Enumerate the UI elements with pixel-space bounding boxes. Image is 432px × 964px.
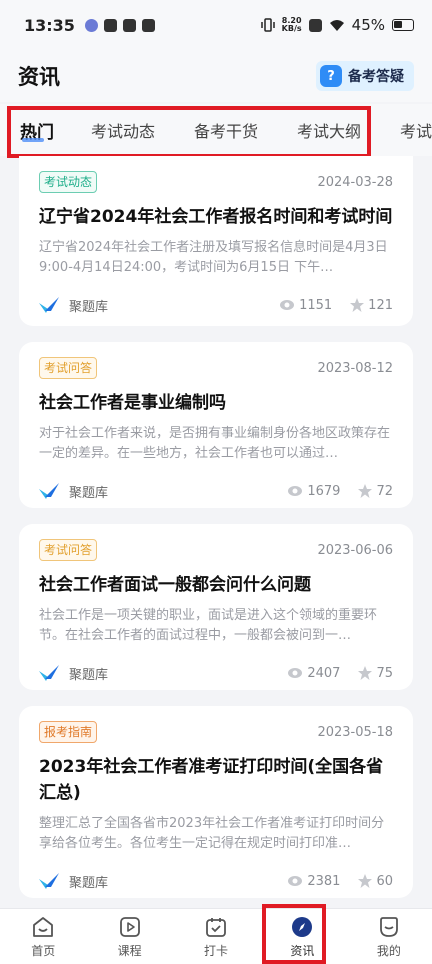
battery-icon — [392, 19, 414, 31]
star-count: 121 — [368, 297, 393, 313]
link-notification-icon — [122, 18, 136, 32]
nav-mine[interactable]: 我的 — [346, 909, 432, 964]
tab-exam-partial[interactable]: 考试 — [400, 104, 432, 156]
nav-course[interactable]: 课程 — [86, 909, 172, 964]
category-tag: 考试问答 — [39, 357, 98, 379]
tab-hot[interactable]: 热门 — [20, 104, 54, 156]
question-bubble-icon: ? — [320, 65, 342, 87]
article-summary: 社会工作是一项关键的职业，面试是进入这个领域的重要环节。在社会工作者的面试过程中… — [39, 608, 378, 643]
page-header: 资讯 ? 备考答疑 — [0, 50, 432, 102]
eye-icon — [288, 668, 303, 678]
tab-exam-news[interactable]: 考试动态 — [91, 104, 155, 156]
article-title: 社会工作者面试一般都会问什么问题 — [39, 575, 311, 595]
source-logo-icon — [39, 483, 59, 499]
article-title: 社会工作者是事业编制吗 — [39, 393, 226, 413]
exam-qa-button[interactable]: ? 备考答疑 — [316, 61, 414, 91]
category-tag: 考试动态 — [39, 171, 98, 193]
source-logo-icon — [39, 297, 59, 313]
tab-syllabus[interactable]: 考试大纲 — [297, 104, 361, 156]
article-source: 聚题库 — [69, 875, 109, 891]
source-logo-icon — [39, 873, 59, 889]
star-icon — [358, 484, 373, 498]
play-icon — [119, 916, 140, 937]
article-title: 2023年社会工作者准考证打印时间(全国各省汇总) — [39, 757, 384, 803]
article-card[interactable]: 考试动态 2024-03-28 辽宁省2024年社会工作者报名时间和考试时间 辽… — [19, 156, 413, 326]
vibrate-icon — [260, 18, 275, 32]
calendar-check-icon — [206, 917, 226, 937]
view-count: 2407 — [307, 665, 341, 681]
view-count: 2381 — [307, 873, 341, 889]
article-date: 2024-03-28 — [317, 174, 393, 190]
category-tabs: 热门 考试动态 备考干货 考试大纲 考试 — [0, 104, 432, 156]
app-notification-icon — [103, 18, 117, 32]
eye-icon — [288, 876, 303, 886]
article-source: 聚题库 — [69, 299, 109, 315]
star-count: 75 — [376, 665, 393, 681]
article-date: 2023-06-06 — [317, 542, 393, 558]
tab-prep-tips[interactable]: 备考干货 — [194, 104, 258, 156]
nav-home[interactable]: 首页 — [0, 909, 86, 964]
article-summary: 整理汇总了全国各省市2023年社会工作者准考证打印时间分享给各位考生。各位考生一… — [39, 816, 385, 851]
bottom-nav: 首页 课程 打卡 资讯 我的 — [0, 908, 432, 964]
star-count: 60 — [376, 873, 393, 889]
view-count: 1151 — [299, 297, 333, 313]
article-date: 2023-05-18 — [317, 724, 393, 740]
article-feed: 考试动态 2024-03-28 辽宁省2024年社会工作者报名时间和考试时间 辽… — [0, 156, 432, 908]
star-icon — [358, 874, 373, 888]
article-title: 辽宁省2024年社会工作者报名时间和考试时间 — [39, 207, 393, 227]
source-logo-icon — [39, 665, 59, 681]
page-title: 资讯 — [18, 65, 60, 89]
article-date: 2023-08-12 — [317, 360, 393, 376]
article-source: 聚题库 — [69, 667, 109, 683]
article-card[interactable]: 考试问答 2023-06-06 社会工作者面试一般都会问什么问题 社会工作是一项… — [19, 524, 413, 690]
profile-icon — [379, 916, 398, 937]
status-bar: 13:35 8.20 KB/s 45% — [0, 0, 432, 50]
notification-icon — [84, 18, 98, 32]
category-tag: 考试问答 — [39, 539, 98, 561]
battery-percent: 45% — [351, 16, 385, 34]
nav-checkin[interactable]: 打卡 — [173, 909, 259, 964]
article-card[interactable]: 考试问答 2023-08-12 社会工作者是事业编制吗 对于社会工作者来说，是否… — [19, 342, 413, 508]
wifi-icon — [329, 19, 344, 31]
article-card[interactable]: 报考指南 2023-05-18 2023年社会工作者准考证打印时间(全国各省汇总… — [19, 706, 413, 898]
category-tag: 报考指南 — [39, 721, 98, 743]
nav-news[interactable]: 资讯 — [259, 909, 345, 964]
sim-off-icon — [308, 18, 322, 32]
view-count: 1679 — [307, 483, 341, 499]
compass-icon — [292, 916, 313, 937]
eye-icon — [280, 300, 295, 310]
exam-qa-label: 备考答疑 — [348, 69, 404, 85]
article-source: 聚题库 — [69, 485, 109, 501]
star-icon — [358, 666, 373, 680]
article-summary: 辽宁省2024年社会工作者注册及填写报名信息时间是4月3日9:00-4月14日2… — [39, 240, 388, 275]
status-time: 13:35 — [24, 15, 75, 35]
home-icon — [33, 916, 54, 937]
star-count: 72 — [376, 483, 393, 499]
article-summary: 对于社会工作者来说，是否拥有事业编制身份各地区政策存在一定的差异。在一些地方，社… — [39, 426, 391, 461]
tiktok-notification-icon — [141, 18, 155, 32]
net-speed: 8.20 KB/s — [281, 16, 302, 33]
star-icon — [350, 298, 365, 312]
eye-icon — [288, 486, 303, 496]
